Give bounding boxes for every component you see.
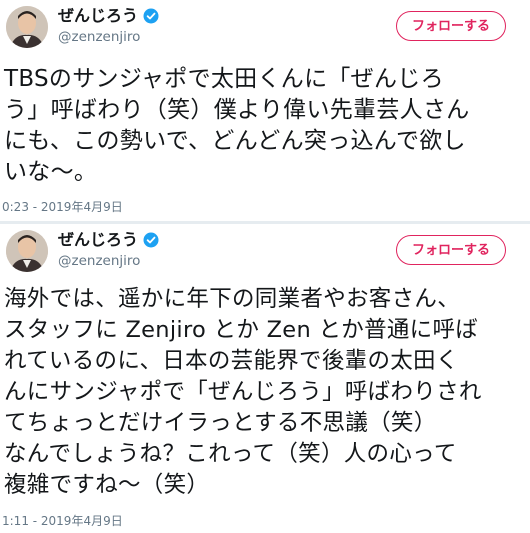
avatar-photo-icon <box>6 230 48 272</box>
avatar[interactable] <box>6 6 48 48</box>
author-row: ぜんじろう <box>58 230 159 250</box>
verified-badge-icon <box>143 232 159 248</box>
tweet-text-line: 複雑ですね〜（笑） <box>4 472 210 498</box>
tweet-text: 海外では、遥かに年下の同業者やお客さん、 スタッフに Zenjiro とか Ze… <box>4 284 522 501</box>
avatar[interactable] <box>6 230 48 272</box>
tweet-text-line: にも、この勢いで、どんどん突っ込んで欲し <box>4 128 466 154</box>
verified-badge-icon <box>143 8 159 24</box>
tweet-text-line: てちょっとだけイラっとする不思議（笑） <box>4 410 437 436</box>
author-name[interactable]: ぜんじろう <box>58 6 138 26</box>
avatar-photo-icon <box>6 6 48 48</box>
tweet-text-line: スタッフに Zenjiro とか Zen とか普通に呼ば <box>4 317 479 343</box>
tweet-text-line: いな〜。 <box>4 159 98 185</box>
tweet-timestamp[interactable]: 0:23 - 2019年4月9日 <box>2 200 123 214</box>
tweet-text: TBSのサンジャポで太田くんに「ぜんじろ う」呼ばわり（笑）僕より偉い先輩芸人さ… <box>4 64 522 188</box>
tweet-card: ぜんじろう @zenzenjiro フォローする 海外では、遥かに年下の同業者や… <box>0 224 530 533</box>
tweet-text-line: TBSのサンジャポで太田くんに「ぜんじろ <box>4 66 444 92</box>
tweet-text-line: う」呼ばわり（笑）僕より偉い先輩芸人さん <box>4 97 470 123</box>
tweet-text-line: んにサンジャポで「ぜんじろう」呼ばわりされ <box>4 379 482 405</box>
author-handle[interactable]: @zenzenjiro <box>58 253 140 269</box>
author-name[interactable]: ぜんじろう <box>58 230 138 250</box>
follow-button[interactable]: フォローする <box>396 235 506 265</box>
author-handle[interactable]: @zenzenjiro <box>58 29 140 45</box>
author-row: ぜんじろう <box>58 6 159 26</box>
tweet-text-line: 海外では、遥かに年下の同業者やお客さん、 <box>4 286 461 312</box>
tweet-text-line: れているのに、日本の芸能界で後輩の太田く <box>4 348 459 374</box>
tweet-text-line: なんでしょうね？これって（笑）人の心って <box>4 441 457 467</box>
tweet-timestamp[interactable]: 1:11 - 2019年4月9日 <box>2 514 123 528</box>
follow-button[interactable]: フォローする <box>396 11 506 41</box>
tweet-card: ぜんじろう @zenzenjiro フォローする TBSのサンジャポで太田くんに… <box>0 0 530 222</box>
